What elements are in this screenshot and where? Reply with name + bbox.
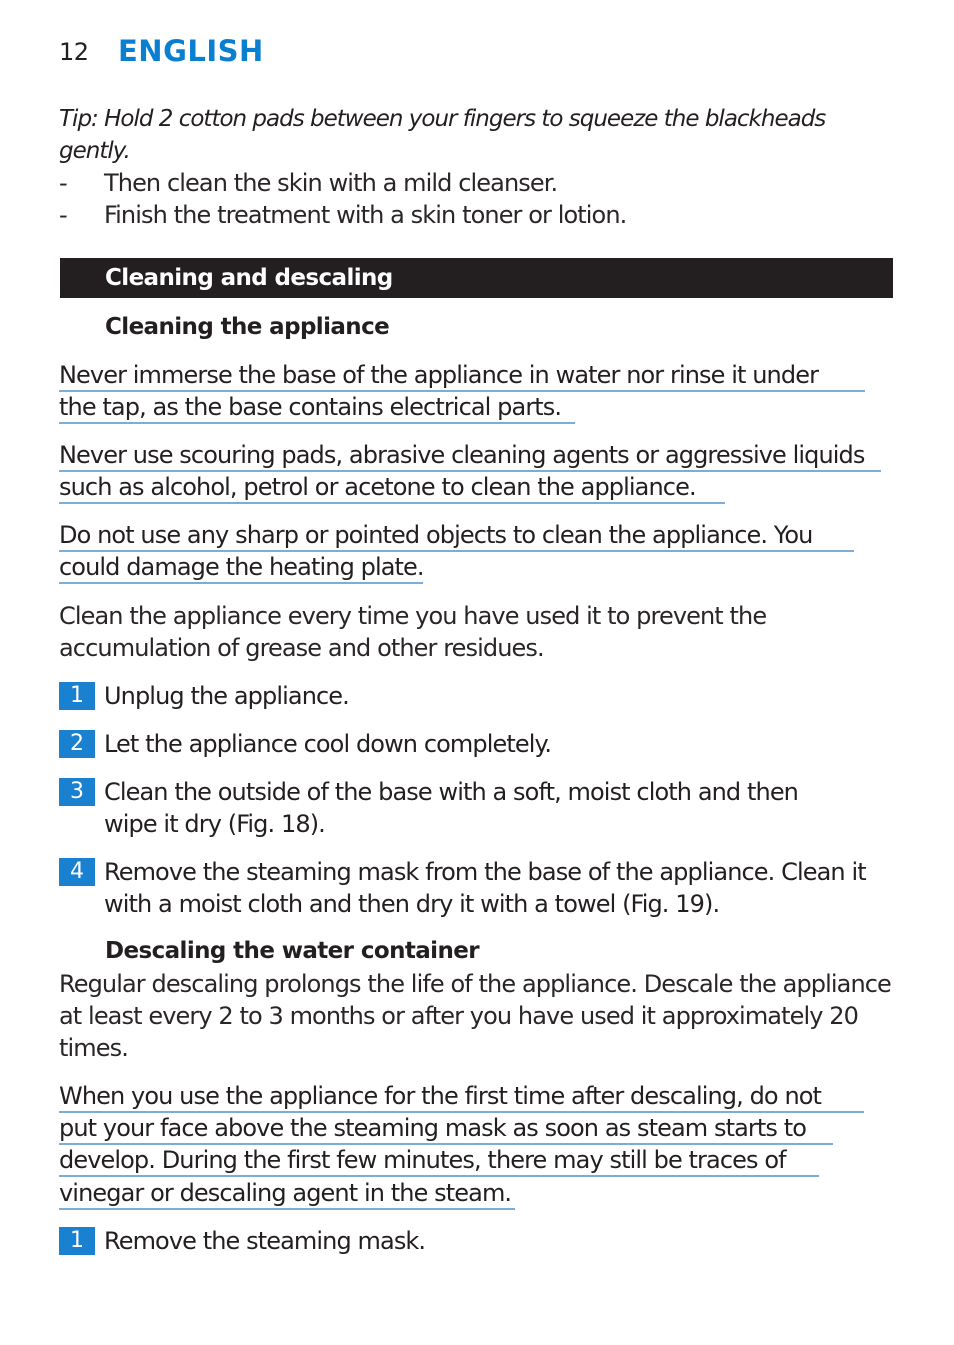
step-text: Remove the steaming mask from the base o… (104, 858, 867, 886)
step-text: Unplug the appliance. (104, 682, 350, 710)
bullet-item: Then clean the skin with a mild cleanser… (104, 169, 558, 197)
step-text: with a moist cloth and then dry it with … (104, 890, 720, 918)
step-number-badge: 2 (59, 730, 95, 758)
subheading-descaling: Descaling the water container (105, 938, 480, 964)
tip-text-line-2: gently. (59, 138, 131, 164)
bullet-item: Finish the treatment with a skin toner o… (104, 201, 627, 229)
warning-line: the tap, as the base contains electrical… (59, 392, 575, 424)
warning-line: When you use the appliance for the first… (59, 1081, 864, 1113)
step-text: Let the appliance cool down completely. (104, 730, 552, 758)
subheading-cleaning: Cleaning the appliance (105, 314, 390, 340)
warning-line: Never use scouring pads, abrasive cleani… (59, 440, 881, 472)
warning-line: Never immerse the base of the appliance … (59, 360, 865, 392)
warning-line: vinegar or descaling agent in the steam. (59, 1178, 515, 1210)
step-number-badge: 4 (59, 858, 95, 886)
bullet-dash: - (59, 169, 68, 197)
step-text: Clean the outside of the base with a sof… (104, 778, 799, 806)
warning-line: put your face above the steaming mask as… (59, 1113, 833, 1145)
section-title: Cleaning and descaling (105, 265, 393, 291)
step-text: Remove the steaming mask. (104, 1227, 426, 1255)
language-heading: ENGLISH (118, 34, 264, 68)
cleaning-intro-line: accumulation of grease and other residue… (59, 634, 545, 662)
warning-line: could damage the heating plate. (59, 552, 425, 584)
descaling-intro-line: times. (59, 1034, 129, 1062)
step-number-badge: 3 (59, 778, 95, 806)
section-header-bar: Cleaning and descaling (60, 258, 893, 298)
cleaning-intro-line: Clean the appliance every time you have … (59, 602, 767, 630)
step-number-badge: 1 (59, 682, 95, 710)
step-number-badge: 1 (59, 1227, 95, 1255)
step-text: wipe it dry (Fig. 18). (104, 810, 326, 838)
warning-line: Do not use any sharp or pointed objects … (59, 520, 854, 552)
warning-line: such as alcohol, petrol or acetone to cl… (59, 472, 725, 504)
descaling-intro-line: Regular descaling prolongs the life of t… (59, 970, 892, 998)
bullet-dash: - (59, 201, 68, 229)
page-number: 12 (59, 38, 89, 66)
descaling-intro-line: at least every 2 to 3 months or after yo… (59, 1002, 859, 1030)
warning-line: develop. During the first few minutes, t… (59, 1145, 819, 1177)
tip-text-line-1: Tip: Hold 2 cotton pads between your fin… (59, 106, 826, 132)
